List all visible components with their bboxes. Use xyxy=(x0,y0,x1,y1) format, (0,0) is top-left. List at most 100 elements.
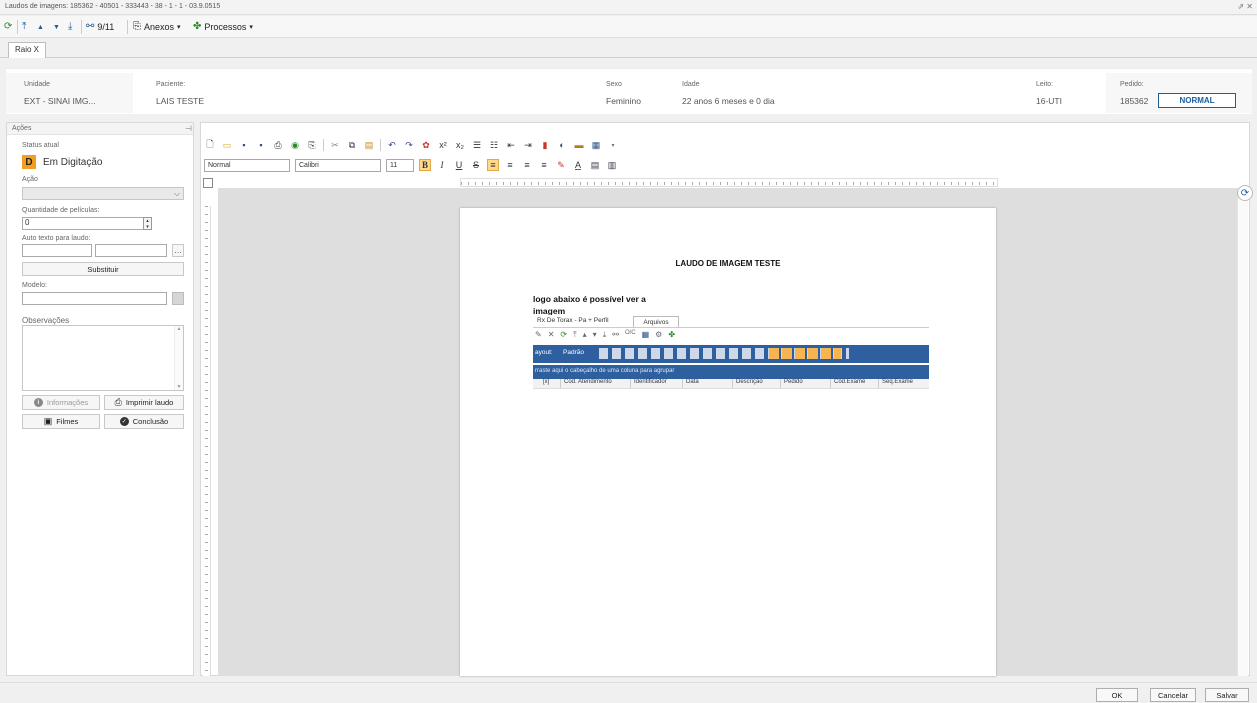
separator xyxy=(127,20,128,34)
export-pdf-icon[interactable]: ⎘ xyxy=(306,139,318,151)
modelo-input[interactable] xyxy=(22,292,167,305)
horizontal-ruler[interactable] xyxy=(460,178,998,187)
auto-text-desc-input[interactable] xyxy=(95,244,167,257)
ruler-toggle-icon[interactable]: ▥ xyxy=(606,159,618,171)
gears-icon: ✤ xyxy=(668,330,676,339)
tab-raio-x[interactable]: Raio X xyxy=(8,42,47,58)
redo-icon[interactable]: ↷ xyxy=(403,139,415,151)
align-left-icon[interactable]: ≡ xyxy=(487,159,499,171)
numbered-list-icon[interactable]: ☷ xyxy=(488,139,500,151)
bullet-list-icon[interactable]: ☰ xyxy=(471,139,483,151)
chevron-down-icon[interactable]: ▾ xyxy=(607,139,619,151)
footer-bar: OK Cancelar Salvar xyxy=(0,682,1257,703)
auto-text-lookup-button[interactable]: … xyxy=(172,244,184,257)
print-preview-icon[interactable]: ◉ xyxy=(289,139,301,151)
strikethrough-icon[interactable]: S xyxy=(470,159,482,171)
copy-icon[interactable]: ⧉ xyxy=(346,139,358,151)
paragraph-style-select[interactable]: Normal xyxy=(204,158,290,172)
embed-grid-header: [x] Cod. Atendimento Identificador Data … xyxy=(533,379,929,389)
modelo-lookup-button[interactable] xyxy=(172,292,184,305)
bookmark-icon[interactable]: ▮ xyxy=(539,139,551,151)
conclusao-button[interactable]: ✓ Conclusão xyxy=(104,414,184,429)
spellcheck-icon[interactable]: ✿ xyxy=(420,139,432,151)
save-button[interactable]: Salvar xyxy=(1205,688,1249,702)
insert-image-icon[interactable]: ▬ xyxy=(573,139,585,151)
embed-col: Descrição xyxy=(733,379,781,388)
embed-col: Cod. Atendimento xyxy=(561,379,631,388)
films-qty-input[interactable]: 0 xyxy=(22,217,152,230)
find-button[interactable]: ⚯ 9/11 xyxy=(86,20,114,34)
observacoes-textarea[interactable]: ▲ ▼ xyxy=(22,325,184,391)
increase-indent-icon[interactable]: ⇥ xyxy=(522,139,534,151)
cut-icon[interactable]: ✂ xyxy=(329,139,341,151)
pin-icon[interactable]: ⊣ xyxy=(185,124,192,133)
unidade-value: EXT - SINAI IMG... xyxy=(24,96,96,106)
document-page[interactable]: LAUDO DE IMAGEM TESTE logo abaixo é poss… xyxy=(460,208,996,676)
paciente-value: LAIS TESTE xyxy=(156,96,205,106)
italic-icon[interactable]: I xyxy=(436,159,448,171)
paciente-label: Paciente: xyxy=(156,81,186,88)
attachments-menu[interactable]: ⎘ Anexos ▾ xyxy=(133,20,181,34)
last-icon: ⤓ xyxy=(68,21,73,32)
highlight-icon[interactable]: ✎ xyxy=(555,159,567,171)
imprimir-laudo-button[interactable]: ⎙ Imprimir laudo xyxy=(104,395,184,410)
acao-select[interactable]: ⌵ xyxy=(22,187,184,200)
print-icon[interactable]: ⎙ xyxy=(272,139,284,151)
first-record-button[interactable]: ⤒ xyxy=(22,20,26,34)
bold-icon[interactable]: B xyxy=(419,159,431,171)
open-folder-icon[interactable]: ▭ xyxy=(221,139,233,151)
substituir-button[interactable]: Substituir xyxy=(22,262,184,276)
underline-icon[interactable]: U xyxy=(453,159,465,171)
actions-title: Ações xyxy=(12,125,32,132)
save-as-icon[interactable]: ▪ xyxy=(255,139,267,151)
align-right-icon[interactable]: ≡ xyxy=(521,159,533,171)
vertical-ruler[interactable] xyxy=(203,206,211,676)
filmes-button[interactable]: ▣ Filmes xyxy=(22,414,100,429)
embedded-screenshot: Rx De Torax - Pa + Perfil Arquivos ✎ ✕ ⟳ … xyxy=(533,315,929,393)
justify-icon[interactable]: ≡ xyxy=(538,159,550,171)
last-record-button[interactable]: ⤓ xyxy=(68,20,72,34)
next-record-button[interactable]: ▼ xyxy=(53,20,60,34)
sexo-label: Sexo xyxy=(606,81,622,88)
last-icon: ⤓ xyxy=(602,330,607,339)
align-center-icon[interactable]: ≡ xyxy=(504,159,516,171)
informacoes-label: Informações xyxy=(46,398,89,407)
embed-layout-bar: ayout: Padrão xyxy=(533,345,929,363)
undo-icon[interactable]: ↶ xyxy=(386,139,398,151)
subscript-icon[interactable]: x₂ xyxy=(454,139,466,151)
cancel-button[interactable]: Cancelar xyxy=(1150,688,1196,702)
font-family-select[interactable]: Calibri xyxy=(295,158,381,172)
paste-icon[interactable]: ▤ xyxy=(363,139,375,151)
processes-menu[interactable]: ✤ Processos ▾ xyxy=(193,20,253,34)
attachments-label: Anexos xyxy=(144,22,175,32)
up-arrow-icon: ▲ xyxy=(37,23,44,31)
films-qty-stepper[interactable]: ▴ ▾ xyxy=(143,217,152,230)
ruler-corner-button[interactable] xyxy=(203,178,213,188)
informacoes-button[interactable]: i Informações xyxy=(22,395,100,410)
observacoes-scrollbar[interactable]: ▲ ▼ xyxy=(174,326,183,390)
ok-button[interactable]: OK xyxy=(1096,688,1138,702)
embed-divider xyxy=(533,327,929,328)
show-whitespace-icon[interactable]: ▤ xyxy=(589,159,601,171)
font-size-select[interactable]: 11 xyxy=(386,158,414,172)
embed-tab-1: Rx De Torax - Pa + Perfil xyxy=(537,317,609,324)
refresh-button[interactable]: ⟳ xyxy=(4,20,12,34)
editor-vertical-scrollbar[interactable] xyxy=(1237,188,1248,676)
save-icon[interactable]: ▪ xyxy=(238,139,250,151)
embed-highlight-buttons xyxy=(769,348,841,359)
decrease-indent-icon[interactable]: ⇤ xyxy=(505,139,517,151)
embed-group-hint: rraste aqui o cabeçalho de uma coluna pa… xyxy=(535,368,675,374)
hyperlink-icon[interactable]: ◐ xyxy=(556,139,568,151)
window-controls[interactable]: ⇗ ✕ xyxy=(1237,2,1253,11)
assistant-icon[interactable]: ⟳ xyxy=(1237,185,1253,201)
first-icon: ⤒ xyxy=(573,330,577,339)
oc-label: O/C xyxy=(624,330,636,336)
tools-icon: ⚙ xyxy=(655,330,663,339)
auto-text-code-input[interactable] xyxy=(22,244,92,257)
priority-badge[interactable]: NORMAL xyxy=(1158,93,1236,108)
previous-record-button[interactable]: ▲ xyxy=(37,20,44,34)
font-color-icon[interactable]: A xyxy=(572,159,584,171)
insert-table-icon[interactable]: ▦ xyxy=(590,139,602,151)
superscript-icon[interactable]: x² xyxy=(437,139,449,151)
new-document-icon[interactable]: 🗋 xyxy=(204,139,216,151)
